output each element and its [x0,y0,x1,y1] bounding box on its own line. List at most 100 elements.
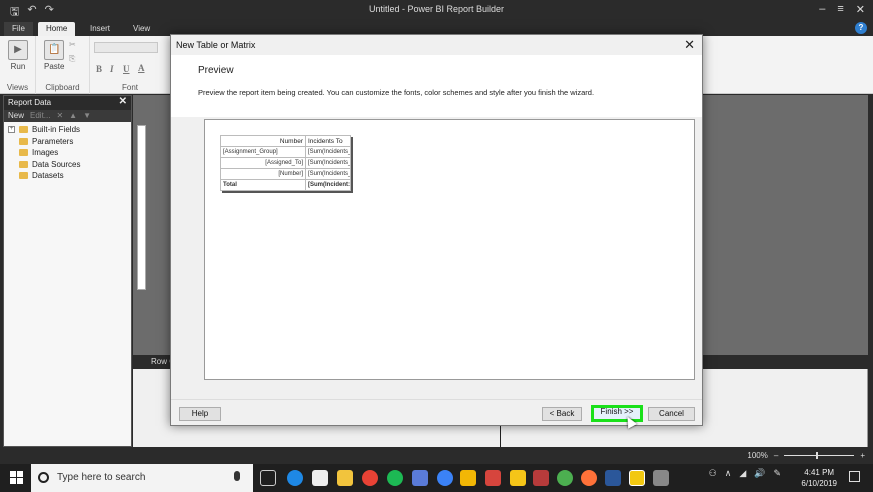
firefox-icon[interactable] [581,470,597,486]
mail-icon[interactable] [312,470,328,486]
system-tray: ⚇ ∧ ◢ 🔊 ✎ [709,468,781,479]
folder-icon [19,160,28,168]
report-builder-taskbar-icon[interactable] [629,470,645,486]
clock-date: 6/10/2019 [801,479,837,488]
zoom-control: 100% – + [747,451,865,460]
paste-icon: 📋 [44,40,65,60]
taskbar-search-box[interactable]: Type here to search [31,464,253,492]
edit-button[interactable]: Edit... [30,111,50,121]
dialog-description: Preview the report item being created. Y… [198,88,595,97]
tree-item-label: Data Sources [32,159,81,169]
tree-item-label: Datasets [32,171,64,181]
network-icon[interactable]: ◢ [739,468,746,479]
tree-item-label: Built-in Fields [32,125,81,135]
font-color-button[interactable]: A [138,63,145,73]
folder-icon [19,137,28,145]
pane-header: Report Data ✕ [4,96,131,110]
report-data-tree: + Built-in Fields Parameters Images Data… [4,122,131,184]
zoom-level: 100% [747,451,768,460]
back-button[interactable]: < Back [542,407,582,421]
run-button[interactable]: ▶ Run [8,40,28,71]
folder-icon [19,126,28,134]
restore-icon[interactable]: ≡ [837,3,843,16]
tree-item-images[interactable]: Images [8,147,127,159]
close-pane-icon[interactable]: ✕ [119,96,127,107]
tree-item-data-sources[interactable]: Data Sources [8,159,127,171]
italic-button[interactable]: I [110,64,114,74]
app-icon[interactable] [533,470,549,486]
bold-button[interactable]: B [96,64,102,74]
tree-item-label: Images [32,148,59,158]
matrix-cell: [Assigned_To] [220,157,306,169]
zoom-slider-thumb[interactable] [816,452,819,459]
new-button[interactable]: New [8,111,24,121]
file-explorer-icon[interactable] [337,470,353,486]
microphone-icon[interactable] [234,471,240,481]
report-data-pane: Report Data ✕ New Edit... ✕ ▲ ▼ + Built-… [3,95,132,447]
app-icon[interactable] [485,470,501,486]
expand-icon[interactable]: + [8,126,15,134]
move-up-icon[interactable]: ▲ [69,111,77,121]
help-icon[interactable]: ? [855,22,867,34]
delete-icon[interactable]: ✕ [56,111,63,121]
dialog-close-icon[interactable]: ✕ [684,37,695,53]
app-icon[interactable] [510,470,526,486]
show-hidden-icons-icon[interactable]: ∧ [725,468,732,479]
tab-home[interactable]: Home [38,22,76,36]
tree-item-parameters[interactable]: Parameters [8,136,127,148]
windows-start-icon[interactable] [10,471,23,484]
tree-item-built-in-fields[interactable]: + Built-in Fields [8,124,127,136]
minimize-icon[interactable]: – [819,3,825,16]
tab-insert[interactable]: Insert [82,22,118,36]
matrix-header-row: Number Incidents To [220,135,351,147]
title-bar: 🖫 ↶ ↷ Untitled - Power BI Report Builder… [0,0,873,20]
cancel-button[interactable]: Cancel [648,407,695,421]
help-button[interactable]: Help [179,407,221,421]
matrix-row: [Assigned_To] [Sum(Incidents_ [220,157,351,169]
app-icon[interactable] [437,470,453,486]
matrix-cell: Number [220,135,306,147]
chrome-icon[interactable] [362,470,378,486]
window-title: Untitled - Power BI Report Builder [368,4,505,14]
tab-file[interactable]: File [4,22,33,36]
copy-icon[interactable]: ⎘ [69,54,75,64]
dialog-footer: Help < Back Finish >> Cancel [171,399,702,429]
cut-icon[interactable]: ✂ [69,40,76,49]
matrix-cell: [Number] [220,168,306,180]
tab-view[interactable]: View [125,22,158,36]
matrix-row: [Assignment_Group] [Sum(Incidents_ [220,146,351,158]
volume-icon[interactable]: 🔊 [754,468,765,479]
matrix-cell: Total [220,179,306,191]
move-down-icon[interactable]: ▼ [83,111,91,121]
paste-button[interactable]: 📋 Paste [44,40,64,71]
ribbon-group-views: ▶ Run Views [0,36,36,94]
app-icon[interactable] [557,470,573,486]
people-icon[interactable]: ⚇ [709,468,717,479]
power-bi-icon[interactable] [460,470,476,486]
ribbon-group-clipboard: 📋 Paste ✂ ⎘ Clipboard [36,36,90,94]
search-placeholder: Type here to search [57,472,146,483]
group-label-clipboard: Clipboard [45,83,80,92]
task-view-icon[interactable] [260,470,276,486]
app-icon[interactable] [653,470,669,486]
zoom-in-icon[interactable]: + [860,451,865,460]
tree-item-label: Parameters [32,136,74,146]
underline-button[interactable]: U [123,64,130,74]
zoom-slider[interactable] [784,452,855,459]
font-name-select[interactable] [94,42,158,53]
pen-icon[interactable]: ✎ [773,468,781,479]
word-icon[interactable] [605,470,621,486]
action-center-icon[interactable] [849,471,860,482]
close-window-icon[interactable]: ✕ [856,3,865,16]
matrix-cell: [Sum(Incidents_ [305,146,351,158]
taskbar-clock[interactable]: 4:41 PM 6/10/2019 [801,467,837,489]
finish-button[interactable]: Finish >> [591,405,643,422]
folder-icon [19,172,28,180]
tree-item-datasets[interactable]: Datasets [8,170,127,182]
windows-taskbar: Type here to search ⚇ ∧ ◢ 🔊 ✎ 4:41 PM 6/… [0,464,873,492]
new-table-matrix-dialog: New Table or Matrix ✕ Preview Preview th… [170,34,703,429]
app-icon[interactable] [412,470,428,486]
zoom-out-icon[interactable]: – [774,451,778,460]
edge-icon[interactable] [287,470,303,486]
spotify-icon[interactable] [387,470,403,486]
